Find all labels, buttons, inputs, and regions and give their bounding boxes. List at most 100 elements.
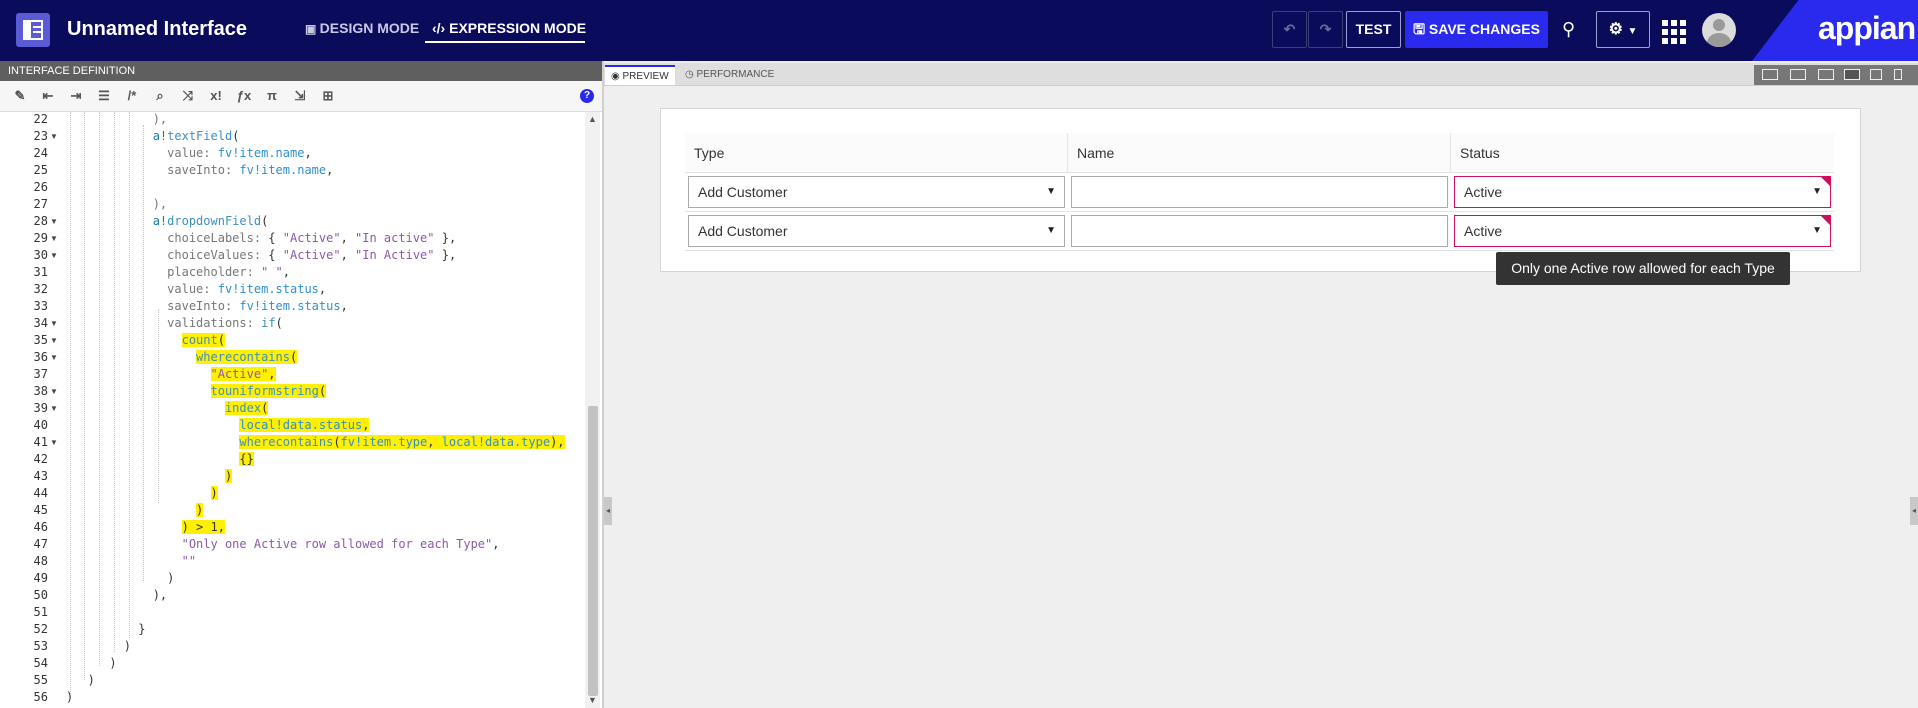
line-number-gutter: 22 23 ▼ 24 25 26 27 28 ▼ 29 ▼ 30 ▼ 31 32 33 34 ▼ 35 ▼ 36 ▼ 37 3…	[0, 112, 60, 708]
validation-error-flag	[1821, 216, 1830, 225]
fold-toggle-icon[interactable]: ▼	[50, 336, 58, 345]
shuffle-icon[interactable]: ⤨	[180, 88, 196, 104]
code-line: ),	[152, 197, 168, 211]
code-line: wherecontains(fv!item.type, local!data.t…	[239, 435, 565, 449]
status-dropdown[interactable]: Active ▼	[1454, 215, 1831, 247]
name-text-field[interactable]	[1071, 176, 1448, 208]
code-line: )	[66, 571, 175, 585]
validation-error-flag	[1821, 177, 1830, 186]
fold-toggle-icon[interactable]: ▼	[50, 387, 58, 396]
line-number: 47	[33, 537, 48, 551]
code-line: ) > 1,	[181, 520, 225, 534]
type-dropdown[interactable]: Add Customer ▼	[688, 215, 1065, 247]
code-line: )	[196, 503, 204, 517]
redo-icon: ↷	[1319, 21, 1332, 37]
editor-scroll-thumb[interactable]	[588, 406, 598, 696]
settings-menu-button[interactable]: ⚙ ▼	[1596, 11, 1650, 48]
format-wand-icon[interactable]: ✎	[12, 88, 28, 104]
device-preview-toolbar	[1754, 65, 1918, 85]
line-number: 27	[33, 197, 48, 211]
code-line: }	[66, 622, 146, 636]
line-number: 22	[33, 112, 48, 126]
code-line: choiceLabels: { "Active", "In active" },	[167, 231, 457, 245]
test-button[interactable]: TEST	[1346, 11, 1401, 48]
constant-pi-icon[interactable]: π	[264, 88, 280, 104]
line-number: 51	[33, 605, 48, 619]
tab-performance[interactable]: ◷ PERFORMANCE	[679, 65, 780, 85]
fold-toggle-icon[interactable]: ▼	[50, 251, 58, 260]
laptop-icon[interactable]	[1844, 69, 1860, 80]
code-editor[interactable]: ), a!textField( value: fv!item.name, sav…	[66, 112, 586, 708]
save-changes-button[interactable]: 🖫 SAVE CHANGES	[1405, 11, 1548, 48]
type-dropdown[interactable]: Add Customer ▼	[688, 176, 1065, 208]
user-avatar[interactable]	[1702, 13, 1736, 47]
desktop-icon[interactable]	[1818, 69, 1834, 80]
search-icon[interactable]: ⌕	[152, 88, 168, 104]
line-number: 31	[33, 265, 48, 279]
fold-toggle-icon[interactable]: ▼	[50, 217, 58, 226]
design-mode-tab[interactable]: ▣ DESIGN MODE	[305, 20, 419, 36]
fold-toggle-icon[interactable]: ▼	[50, 438, 58, 447]
design-mode-label: DESIGN MODE	[319, 20, 420, 36]
scroll-up-icon[interactable]: ▲	[588, 114, 597, 124]
code-line: wherecontains(	[196, 350, 298, 364]
code-line: count(	[181, 333, 225, 347]
collapse-right-handle[interactable]: ◂	[1910, 497, 1918, 525]
code-line: )	[66, 639, 132, 653]
language-search-icon[interactable]: ⚲	[1562, 19, 1584, 41]
app-launcher-icon[interactable]	[1662, 20, 1686, 44]
code-line: {}	[239, 452, 254, 466]
tablet-icon[interactable]	[1870, 69, 1882, 80]
help-icon[interactable]: ?	[580, 89, 594, 103]
column-header-type: Type	[685, 133, 1068, 173]
outdent-icon[interactable]: ⇤	[40, 88, 56, 104]
line-number: 32	[33, 282, 48, 296]
interface-title[interactable]: Unnamed Interface	[67, 18, 247, 41]
line-number: 35	[33, 333, 48, 347]
list-icon[interactable]: ☰	[96, 88, 112, 104]
undo-button[interactable]: ↶	[1272, 11, 1307, 48]
code-line: touniformstring(	[210, 384, 327, 398]
wide-desktop-icon[interactable]	[1790, 69, 1806, 80]
chevron-down-icon: ▼	[1046, 225, 1056, 236]
redo-button[interactable]: ↷	[1308, 11, 1343, 48]
line-number: 50	[33, 588, 48, 602]
name-text-field[interactable]	[1071, 215, 1448, 247]
grid-row: Add Customer ▼ Active ▼	[685, 212, 1834, 251]
export-icon[interactable]: ⇲	[292, 88, 308, 104]
eye-icon: ◉	[611, 71, 623, 82]
code-line: )	[66, 673, 95, 687]
scroll-down-icon[interactable]: ▼	[588, 695, 597, 705]
comment-icon[interactable]: /*	[124, 88, 140, 104]
expression-mode-tab[interactable]: ‹/› EXPRESSION MODE	[432, 20, 586, 36]
fold-toggle-icon[interactable]: ▼	[50, 319, 58, 328]
line-number: 46	[33, 520, 48, 534]
fold-toggle-icon[interactable]: ▼	[50, 234, 58, 243]
fold-toggle-icon[interactable]: ▼	[50, 404, 58, 413]
status-dropdown[interactable]: Active ▼	[1454, 176, 1831, 208]
interface-definition-panel: INTERFACE DEFINITION ✎ ⇤ ⇥ ☰ /* ⌕ ⤨ x! ƒ…	[0, 61, 604, 708]
record-icon[interactable]: ⊞	[320, 88, 336, 104]
fold-toggle-icon[interactable]: ▼	[50, 353, 58, 362]
line-number: 44	[33, 486, 48, 500]
code-line: placeholder: " ",	[167, 265, 291, 279]
interface-icon	[16, 13, 50, 47]
fold-toggle-icon[interactable]: ▼	[50, 132, 58, 141]
phone-icon[interactable]	[1894, 69, 1902, 80]
code-line: )	[210, 486, 218, 500]
function-icon[interactable]: ƒx	[236, 88, 252, 104]
indent-icon[interactable]: ⇥	[68, 88, 84, 104]
code-line: "Active",	[210, 367, 276, 381]
line-number: 56	[33, 690, 48, 704]
fit-width-icon[interactable]	[1762, 69, 1778, 80]
gear-icon: ⚙	[1608, 21, 1623, 38]
line-number: 41	[33, 435, 48, 449]
active-tab-indicator	[425, 41, 585, 43]
collapse-left-handle[interactable]: ◂	[604, 497, 612, 525]
variable-icon[interactable]: x!	[208, 88, 224, 104]
code-line: saveInto: fv!item.name,	[167, 163, 334, 177]
code-line: saveInto: fv!item.status,	[167, 299, 348, 313]
tab-preview[interactable]: ◉ PREVIEW	[605, 65, 675, 85]
tab-preview-label: PREVIEW	[622, 71, 669, 82]
